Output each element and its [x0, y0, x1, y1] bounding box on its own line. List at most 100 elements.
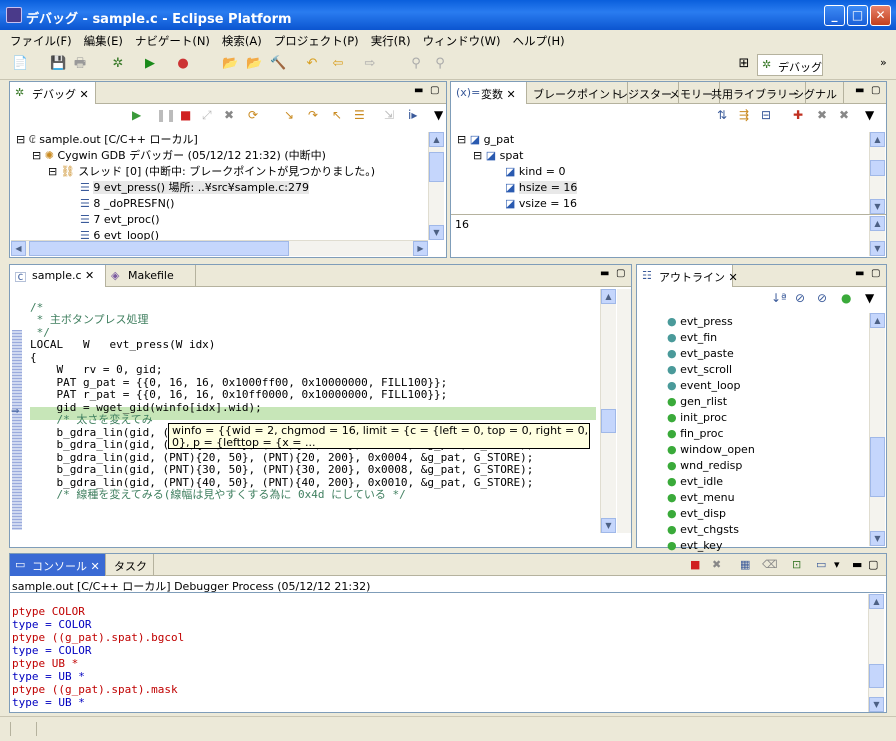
suspend-icon[interactable]: ❚❚ [156, 108, 176, 122]
menu-help[interactable]: ヘルプ(H) [507, 30, 571, 50]
outline-vscroll[interactable]: ▲ ▼ [869, 313, 885, 546]
scroll-down-icon[interactable]: ▼ [870, 199, 885, 214]
detail-vscroll[interactable]: ▲ ▼ [869, 216, 885, 256]
terminate-icon[interactable]: ■ [180, 108, 191, 122]
maximize-view-icon[interactable]: ▢ [430, 85, 439, 96]
tab-outline[interactable]: ☷ アウトライン ✕ [637, 265, 738, 287]
scroll-thumb[interactable] [869, 664, 884, 688]
outline-item[interactable]: ● init_proc [667, 410, 755, 426]
debug-vscroll[interactable]: ▲ ▼ [428, 132, 444, 240]
instruction-step-icon[interactable]: ⇲ [384, 108, 394, 122]
sort-icon[interactable]: ↓ª [771, 291, 787, 305]
scroll-thumb[interactable] [601, 409, 616, 433]
use-step-filters-icon[interactable]: i▸ [408, 108, 417, 122]
close-tab-icon[interactable]: ✕ [503, 88, 515, 101]
remove-all-globals-icon[interactable]: ✖ [839, 108, 849, 122]
scroll-up-icon[interactable]: ▲ [601, 289, 616, 304]
debug-hscroll[interactable]: ◀ ▶ [11, 240, 428, 256]
tab-console[interactable]: ▭ コンソール ✕ [10, 554, 106, 576]
hide-static-icon[interactable]: ⊘ [817, 291, 827, 305]
collapse-icon[interactable]: ⊟ [473, 149, 486, 162]
scroll-thumb[interactable] [870, 160, 885, 176]
maximize-view-icon[interactable]: ▢ [871, 268, 880, 279]
clear-console-icon[interactable]: ⌫ [762, 558, 778, 571]
variables-vscroll[interactable]: ▲ ▼ [869, 132, 885, 214]
minimize-view-icon[interactable]: ▬ [414, 85, 423, 96]
minimize-view-icon[interactable]: ▬ [855, 85, 864, 96]
collapse-all-icon[interactable]: ⊟ [761, 108, 771, 122]
debug-tree-item[interactable]: ⊟ ✺ Cygwin GDB デバッガー (05/12/12 21:32) (中… [16, 148, 375, 164]
maximize-view-icon[interactable]: ▢ [868, 558, 878, 571]
outline-item[interactable]: ● evt_key [667, 538, 755, 554]
scroll-up-icon[interactable]: ▲ [870, 216, 885, 231]
editor-ruler[interactable]: ⇒ [10, 288, 24, 532]
menu-run[interactable]: 実行(R) [365, 30, 417, 50]
tab-signals[interactable]: シグナル [787, 82, 844, 104]
build-icon[interactable]: 🔨 [270, 56, 286, 72]
scroll-right-icon[interactable]: ▶ [413, 241, 428, 256]
more-perspectives[interactable]: » [880, 56, 887, 69]
maximize-view-icon[interactable]: ▢ [871, 85, 880, 96]
outline-item[interactable]: ● event_loop [667, 378, 755, 394]
variable-row[interactable]: ⊟ ◪ spat [457, 148, 577, 164]
variable-detail-text[interactable]: 16 [455, 218, 469, 231]
close-tab-icon[interactable]: ✕ [725, 271, 737, 284]
perspective-debug-button[interactable]: ✲ デバッグ [757, 54, 823, 76]
debug-tree-item[interactable]: ⊟ ₢ sample.out [C/C++ ローカル] [16, 132, 375, 148]
menu-search[interactable]: 検索(A) [216, 30, 268, 50]
overview-ruler[interactable] [617, 289, 631, 533]
scroll-down-icon[interactable]: ▼ [870, 531, 885, 546]
open-folder-icon[interactable]: 📂 [222, 56, 238, 72]
close-tab-icon[interactable]: ✕ [80, 88, 89, 101]
close-tab-icon[interactable]: ✕ [87, 560, 99, 573]
save-icon[interactable]: 💾 [50, 56, 66, 72]
pin2-icon[interactable]: ⚲ [432, 56, 448, 72]
menu-window[interactable]: ウィンドウ(W) [417, 30, 507, 50]
outline-item[interactable]: ● fin_proc [667, 426, 755, 442]
variable-row[interactable]: ◪ kind = 0 [457, 164, 577, 180]
minimize-button[interactable]: _ [824, 5, 845, 26]
collapse-icon[interactable]: ⊟ [16, 133, 29, 146]
scroll-down-icon[interactable]: ▼ [429, 225, 444, 240]
view-menu-icon[interactable]: ▼ [434, 108, 443, 122]
outline-item[interactable]: ● evt_chgsts [667, 522, 755, 538]
outline-item[interactable]: ● evt_paste [667, 346, 755, 362]
scroll-up-icon[interactable]: ▲ [429, 132, 444, 147]
variable-row[interactable]: ◪ vsize = 16 [457, 196, 577, 212]
console-output[interactable]: ptype COLOR type = COLOR ptype ((g_pat).sp… [12, 592, 184, 735]
remove-global-icon[interactable]: ✖ [817, 108, 827, 122]
stack-frame[interactable]: ☰ 7 evt_proc() [16, 212, 375, 228]
scroll-thumb[interactable] [429, 152, 444, 182]
run-icon[interactable]: ▶ [142, 56, 158, 72]
prev-edit-icon[interactable]: ↶ [304, 56, 320, 72]
scroll-left-icon[interactable]: ◀ [11, 241, 26, 256]
step-into-icon[interactable]: ↘ [284, 108, 294, 122]
menu-navigate[interactable]: ナビゲート(N) [129, 30, 216, 50]
add-global-icon[interactable]: ✚ [793, 108, 803, 122]
display-console-icon[interactable]: ▭ [816, 558, 826, 571]
forward-icon[interactable]: ⇨ [362, 56, 378, 72]
outline-item[interactable]: ● evt_fin [667, 330, 755, 346]
scroll-down-icon[interactable]: ▼ [870, 241, 885, 256]
menu-project[interactable]: プロジェクト(P) [268, 30, 365, 50]
editor-vscroll[interactable]: ▲ ▼ [600, 289, 616, 533]
pin-icon[interactable]: ⚲ [408, 56, 424, 72]
scroll-lock-icon[interactable]: ▦ [740, 558, 750, 571]
outline-item[interactable]: ● evt_menu [667, 490, 755, 506]
debug-icon[interactable]: ✲ [110, 56, 126, 72]
minimize-view-icon[interactable]: ▬ [852, 558, 862, 571]
collapse-icon[interactable]: ⊟ [48, 165, 61, 178]
tab-debug[interactable]: ✲ デバッグ ✕ [10, 82, 96, 104]
variable-row[interactable]: ◪ hsize = 16 [457, 180, 578, 196]
stack-frame[interactable]: ☰ 9 evt_press() 場所: ..¥src¥sample.c:279 [16, 180, 375, 196]
scroll-thumb[interactable] [870, 437, 885, 497]
scroll-down-icon[interactable]: ▼ [601, 518, 616, 533]
resume-icon[interactable]: ▶ [132, 108, 141, 122]
open-project-icon[interactable]: 📂 [246, 56, 262, 72]
disconnect-icon[interactable]: ⤢ [202, 108, 212, 123]
pin-console-icon[interactable]: ⊡ [792, 558, 801, 571]
open-perspective-icon[interactable]: ⊞ [736, 56, 752, 72]
terminate-icon[interactable]: ■ [690, 558, 700, 571]
outline-item[interactable]: ● gen_rlist [667, 394, 755, 410]
view-menu-icon[interactable]: ▼ [865, 291, 874, 305]
